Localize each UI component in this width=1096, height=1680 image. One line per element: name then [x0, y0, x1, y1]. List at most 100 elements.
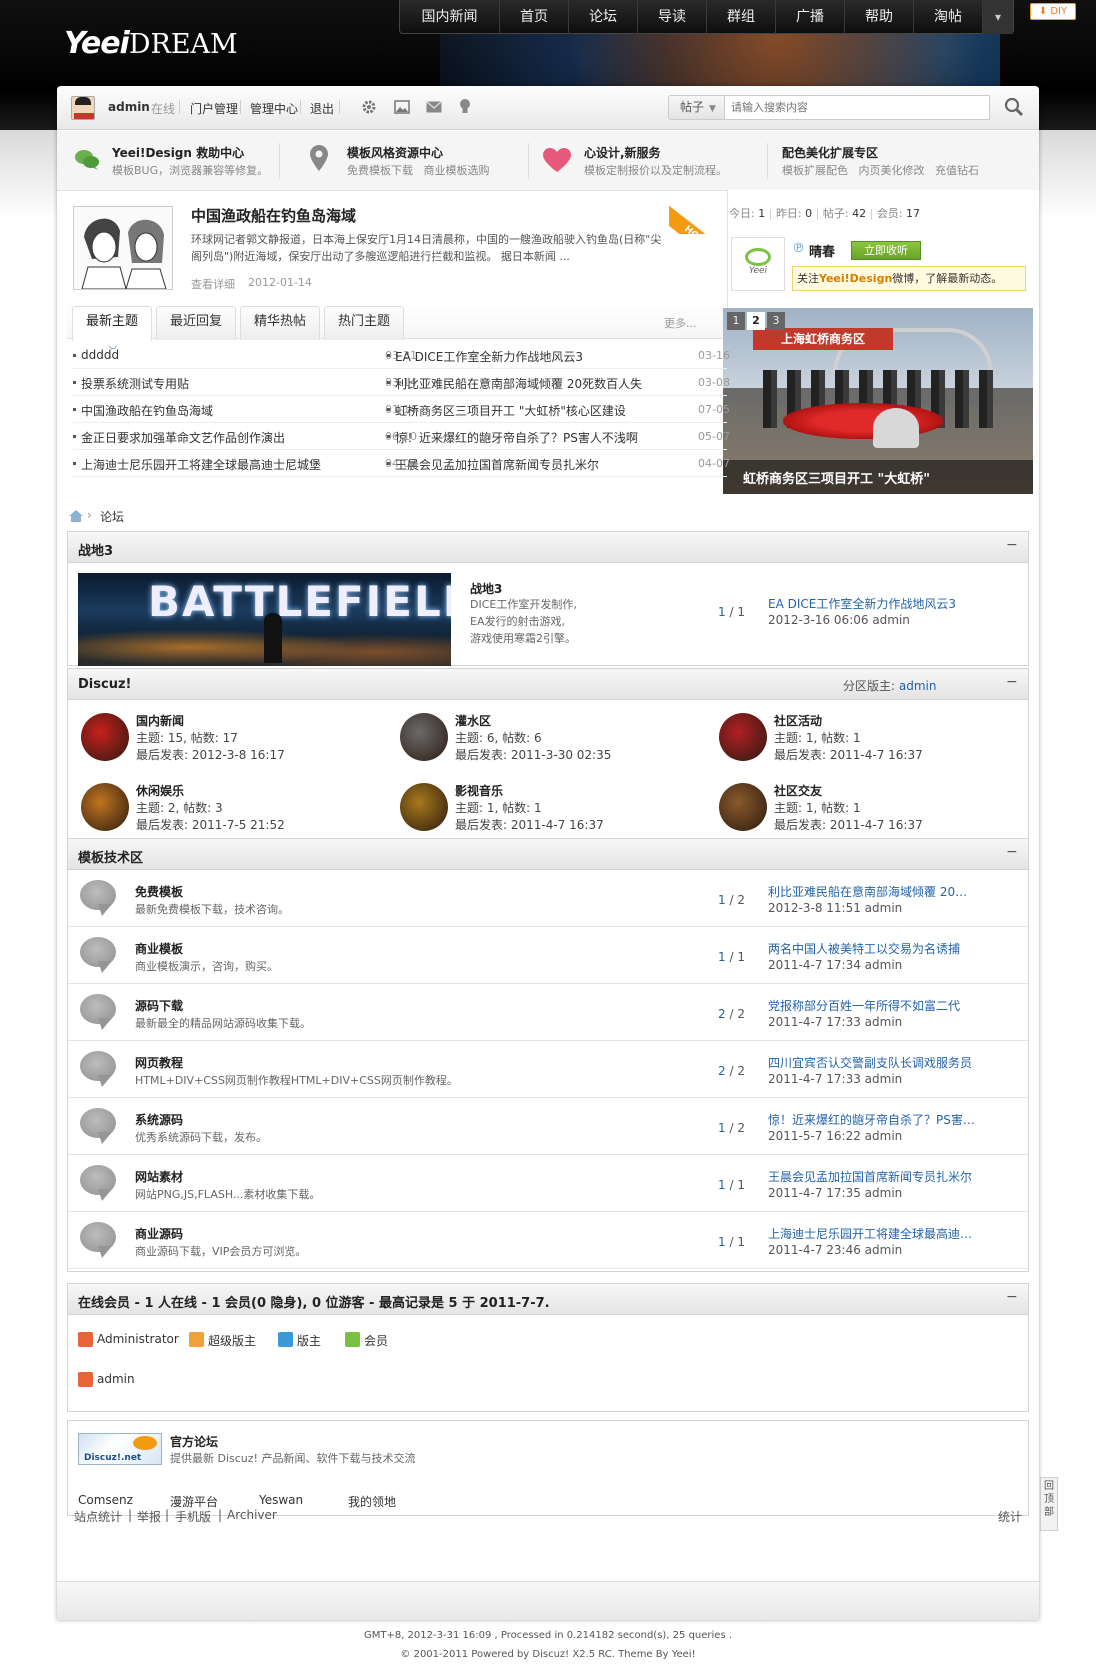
footer-link-report[interactable]: 举报 [137, 1508, 161, 1525]
moderator-link[interactable]: admin [899, 679, 937, 693]
friend-link-comsenz[interactable]: Comsenz [78, 1493, 133, 1507]
thread-title[interactable]: 金正日要求加强革命文艺作品创作演出 [81, 429, 285, 446]
portal-admin-link[interactable]: 门户管理 [190, 100, 238, 117]
nav-item-news[interactable]: 国内新闻 [400, 0, 500, 34]
last-post-title[interactable]: 惊！近来爆红的龅牙帝自杀了？PS害人不浅啊 [768, 1111, 978, 1128]
user-avatar[interactable] [71, 96, 95, 120]
weibo-name[interactable]: 晴春 [809, 241, 835, 260]
breadcrumb-forum[interactable]: 论坛 [100, 508, 124, 525]
tab-digest[interactable]: 精华热帖 [240, 306, 320, 340]
collapse-icon[interactable]: − [1006, 844, 1018, 860]
feature-title-extension[interactable]: 配色美化扩展专区 [782, 144, 878, 161]
diy-button[interactable]: ⬇ DIY [1030, 3, 1076, 20]
nav-item-home[interactable]: 首页 [500, 0, 569, 34]
tab-recent-reply[interactable]: 最近回复 [156, 306, 236, 340]
forum-name[interactable]: 商业模板 [135, 940, 183, 957]
hot-article-title[interactable]: 中国渔政船在钓鱼岛海域 [191, 205, 356, 226]
forum-name[interactable]: 休闲娱乐 [136, 782, 184, 799]
footer-link-stats[interactable]: 站点统计 [74, 1508, 122, 1525]
slideshow[interactable]: 上海虹桥商务区 虹桥商务区三项目开工 "大虹桥" 1 2 3 [723, 308, 1033, 494]
forum-name[interactable]: 网页教程 [135, 1054, 183, 1071]
discuz-badge[interactable]: Discuz!.net [78, 1433, 162, 1465]
thread-title[interactable]: ddddd [81, 348, 119, 362]
last-post-title[interactable]: 两名中国人被美特工以交易为名诱捕 [768, 940, 978, 957]
nav-item-broadcast[interactable]: 广播 [776, 0, 845, 34]
forum-row[interactable]: 源码下载 最新最全的精品网站源码收集下载。 2 / 2 党报称部分百姓一年所得不如富二… [68, 984, 1028, 1041]
feature-title-resource[interactable]: 模板风格资源中心 [347, 144, 443, 161]
nav-dropdown-icon[interactable]: ▾ [983, 0, 1013, 34]
forum-name[interactable]: 源码下载 [135, 997, 183, 1014]
home-icon[interactable] [69, 510, 83, 522]
forum-row[interactable]: 商业源码 商业源码下载，VIP会员方可浏览。 1 / 1 上海迪士尼乐园开工将建全球最… [68, 1212, 1028, 1269]
notification-bulb-icon[interactable] [459, 98, 471, 116]
online-user-link[interactable]: admin [97, 1372, 135, 1386]
forum-name[interactable]: 商业源码 [135, 1225, 183, 1242]
nav-item-group[interactable]: 群组 [707, 0, 776, 34]
thread-title[interactable]: 惊！近来爆红的龅牙帝自杀了？PS害人不浅啊 [395, 429, 638, 446]
hot-article-image[interactable] [73, 206, 173, 290]
slide-page-1[interactable]: 1 [727, 312, 745, 330]
back-to-top-button[interactable]: 回顶部 [1040, 1477, 1058, 1531]
official-forum-title[interactable]: 官方论坛 [170, 1433, 218, 1450]
logout-link[interactable]: 退出 [310, 100, 334, 117]
settings-gear-icon[interactable] [361, 99, 377, 115]
section-header-online[interactable]: 在线会员 - 1 人在线 - 1 会员(0 隐身), 0 位游客 - 最高记录是… [67, 1283, 1029, 1315]
mail-icon[interactable] [426, 101, 442, 113]
forum-item[interactable]: 国内新闻 主题: 15, 帖数: 17 最后发表: 2012-3-8 16:17 [78, 710, 378, 778]
username-link[interactable]: admin [108, 100, 150, 114]
slide-caption[interactable]: 虹桥商务区三项目开工 "大虹桥" [743, 468, 930, 487]
forum-row[interactable]: 网站素材 网站PNG,JS,FLASH...素材收集下载。 1 / 1 王晨会见孟加拉… [68, 1155, 1028, 1212]
hot-article-more-link[interactable]: 查看详细 [191, 276, 235, 292]
bf3-last-post[interactable]: EA DICE工作室全新力作战地风云3 [768, 595, 956, 612]
section-header-bf3[interactable]: 战地3 − [67, 531, 1029, 563]
footer-link-statistics[interactable]: 统计 [998, 1508, 1022, 1525]
image-icon[interactable] [394, 100, 410, 114]
bf3-forum-name[interactable]: 战地3 [470, 580, 502, 597]
forum-name[interactable]: 社区交友 [774, 782, 822, 799]
thread-title[interactable]: 利比亚难民船在意南部海域倾覆 20死数百人失 [395, 375, 642, 392]
forum-item[interactable]: 灌水区 主题: 6, 帖数: 6 最后发表: 2011-3-30 02:35 [397, 710, 697, 778]
forum-name[interactable]: 灌水区 [455, 712, 491, 729]
slide-page-3[interactable]: 3 [767, 312, 785, 330]
nav-item-guide[interactable]: 导读 [638, 0, 707, 34]
thread-title[interactable]: EA DICE工作室全新力作战地风云3 [395, 348, 583, 365]
thread-title[interactable]: 上海迪士尼乐园开工将建全球最高迪士尼城堡 [81, 456, 321, 473]
thread-title[interactable]: 投票系统测试专用贴 [81, 375, 189, 392]
forum-row[interactable]: 系统源码优秀系统源码下载，发布。 1 / 2 惊！近来爆红的龅牙帝自杀了？PS害人不… [68, 1098, 1028, 1155]
forum-row[interactable]: 网页教程 HTML+DIV+CSS网页制作教程HTML+DIV+CSS网页制作教程… [68, 1041, 1028, 1098]
search-type-select[interactable]: 帖子 ▼ [668, 95, 725, 120]
forum-name[interactable]: 网站素材 [135, 1168, 183, 1185]
weibo-logo[interactable]: Yeei [731, 237, 785, 291]
tab-hot[interactable]: 热门主题 [324, 306, 404, 340]
forum-name[interactable]: 系统源码 [135, 1111, 183, 1128]
forum-name[interactable]: 社区活动 [774, 712, 822, 729]
thread-title[interactable]: 中国渔政船在钓鱼岛海域 [81, 402, 213, 419]
forum-name[interactable]: 影视音乐 [455, 782, 503, 799]
forum-row[interactable]: 商业模板 商业模板演示，咨询，购买。 1 / 1 两名中国人被美特工以交易为名诱捕 20… [68, 927, 1028, 984]
section-header-tech[interactable]: 模板技术区 − [67, 838, 1029, 870]
collapse-icon[interactable]: − [1006, 674, 1018, 690]
site-logo[interactable]: YeeiDREAM [64, 26, 238, 61]
collapse-icon[interactable]: − [1006, 537, 1018, 553]
more-threads-link[interactable]: 更多... [664, 315, 697, 331]
admin-center-link[interactable]: 管理中心 [250, 100, 298, 117]
section-header-discuz[interactable]: Discuz! 分区版主: admin − [67, 668, 1029, 700]
footer-link-mobile[interactable]: 手机版 [175, 1508, 211, 1525]
nav-item-help[interactable]: 帮助 [845, 0, 914, 34]
feature-title-service[interactable]: 心设计,新服务 [584, 144, 661, 161]
feature-title-help[interactable]: Yeei!Design 救助中心 [112, 144, 244, 161]
follow-button[interactable]: 立即收听 [851, 241, 921, 260]
last-post-title[interactable]: 四川宜宾否认交警副支队长调戏服务员 [768, 1054, 978, 1071]
friend-link-yeswan[interactable]: Yeswan [259, 1493, 303, 1507]
last-post-title[interactable]: 党报称部分百姓一年所得不如富二代 [768, 997, 978, 1014]
collapse-icon[interactable]: − [1006, 1289, 1018, 1305]
nav-item-forum[interactable]: 论坛 [569, 0, 638, 34]
thread-title[interactable]: 王晨会见孟加拉国首席新闻专员扎米尔 [395, 456, 599, 473]
footer-link-archiver[interactable]: Archiver [227, 1508, 277, 1522]
forum-name[interactable]: 免费模板 [135, 883, 183, 900]
last-post-title[interactable]: 上海迪士尼乐园开工将建全球最高迪士尼城堡 [768, 1225, 978, 1242]
thread-title[interactable]: 虹桥商务区三项目开工 "大虹桥"核心区建设 [395, 402, 626, 419]
last-post-title[interactable]: 王晨会见孟加拉国首席新闻专员扎米尔 [768, 1168, 978, 1185]
nav-item-collection[interactable]: 淘帖 [914, 0, 983, 34]
forum-row[interactable]: 免费模板 最新免费模板下载，技术咨询。 1 / 2 利比亚难民船在意南部海域倾覆 20… [68, 870, 1028, 927]
